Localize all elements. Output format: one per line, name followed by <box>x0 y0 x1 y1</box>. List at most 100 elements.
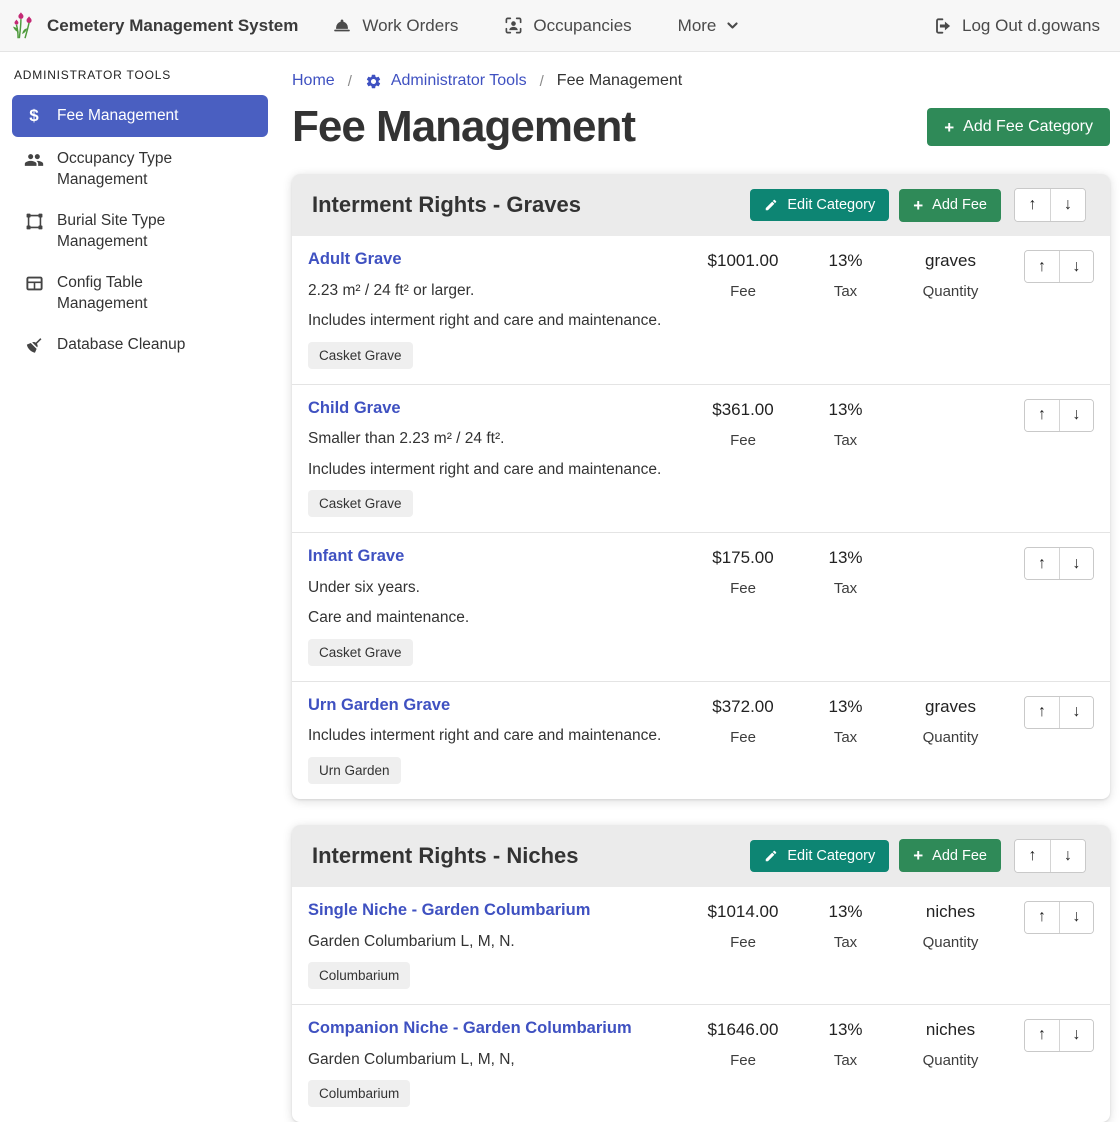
hard-hat-icon <box>332 16 352 36</box>
arrow-up-icon: ↑ <box>1038 259 1046 275</box>
tax-column: 13% Tax <box>798 901 893 951</box>
fee-type-badge: Casket Grave <box>308 342 413 369</box>
move-fee-down-button[interactable]: ↓ <box>1059 251 1093 282</box>
app-brand[interactable]: Cemetery Management System <box>12 10 298 42</box>
sidebar-item-label: Database Cleanup <box>57 335 185 355</box>
move-fee-up-button[interactable]: ↑ <box>1025 548 1059 579</box>
fee-amount-value: $361.00 <box>688 400 798 420</box>
edit-category-button[interactable]: Edit Category <box>750 840 889 872</box>
fee-name-link[interactable]: Single Niche - Garden Columbarium <box>308 901 590 921</box>
breadcrumb-home-link[interactable]: Home <box>292 72 335 90</box>
sidebar-item-label: Burial Site Type Management <box>57 211 217 252</box>
add-fee-category-button[interactable]: + Add Fee Category <box>927 108 1110 146</box>
plus-icon: + <box>913 847 923 864</box>
arrow-down-icon: ↓ <box>1073 556 1081 572</box>
fee-reorder-controls: ↑ ↓ <box>1024 696 1094 729</box>
move-fee-up-button[interactable]: ↑ <box>1025 1020 1059 1051</box>
tax-value: 13% <box>798 1020 893 1040</box>
sidebar-item-burial-site-type-management[interactable]: Burial Site Type Management <box>12 202 268 261</box>
sidebar-item-config-table-management[interactable]: Config Table Management <box>12 264 268 323</box>
category-header: Interment Rights - Graves Edit Category … <box>292 174 1110 236</box>
fee-amount-value: $1001.00 <box>688 251 798 271</box>
fee-amount-label: Fee <box>688 1052 798 1069</box>
dollar-icon: $ <box>24 107 44 124</box>
sidebar-heading: ADMINISTRATOR TOOLS <box>14 68 266 82</box>
move-fee-up-button[interactable]: ↑ <box>1025 251 1059 282</box>
nav-item-occupancies[interactable]: Occupancies <box>504 16 631 36</box>
fee-name-link[interactable]: Companion Niche - Garden Columbarium <box>308 1019 632 1039</box>
fee-amount-column: $372.00 Fee <box>688 696 798 746</box>
fee-row-infant-grave: Infant Grave Under six years.Care and ma… <box>292 533 1110 682</box>
gear-icon <box>365 73 382 90</box>
fee-reorder-controls: ↑ ↓ <box>1024 547 1094 580</box>
move-fee-down-button[interactable]: ↓ <box>1059 1020 1093 1051</box>
move-category-down-button[interactable]: ↓ <box>1050 189 1085 221</box>
arrow-down-icon: ↓ <box>1073 909 1081 925</box>
logout-button[interactable]: Log Out d.gowans <box>932 16 1100 36</box>
tax-column: 13% Tax <box>798 696 893 746</box>
nav-item-work-orders[interactable]: Work Orders <box>332 16 458 36</box>
fee-name-link[interactable]: Urn Garden Grave <box>308 696 450 716</box>
quantity-value: graves <box>893 697 1008 717</box>
quantity-label: Quantity <box>893 934 1008 951</box>
fee-amount-label: Fee <box>688 934 798 951</box>
fee-amount-label: Fee <box>688 729 798 746</box>
fee-type-badge: Urn Garden <box>308 757 401 784</box>
sidebar-item-occupancy-type-management[interactable]: Occupancy Type Management <box>12 140 268 199</box>
quantity-value: niches <box>893 1020 1008 1040</box>
nav-item-label: More <box>678 16 717 36</box>
app-title: Cemetery Management System <box>47 16 298 36</box>
tax-column: 13% Tax <box>798 250 893 300</box>
arrow-down-icon: ↓ <box>1073 407 1081 423</box>
fee-description: Includes interment right and care and ma… <box>308 726 688 745</box>
move-fee-down-button[interactable]: ↓ <box>1059 697 1093 728</box>
edit-category-button[interactable]: Edit Category <box>750 189 889 221</box>
move-fee-down-button[interactable]: ↓ <box>1059 400 1093 431</box>
fee-amount-column: $361.00 Fee <box>688 399 798 449</box>
tax-column: 13% Tax <box>798 399 893 449</box>
category-title: Interment Rights - Niches <box>312 843 740 869</box>
fee-name-link[interactable]: Infant Grave <box>308 547 404 567</box>
add-fee-button[interactable]: + Add Fee <box>899 839 1001 872</box>
move-category-up-button[interactable]: ↑ <box>1015 189 1050 221</box>
sidebar-item-database-cleanup[interactable]: Database Cleanup <box>12 326 268 364</box>
sidebar-item-fee-management[interactable]: $ Fee Management <box>12 95 268 137</box>
move-fee-down-button[interactable]: ↓ <box>1059 548 1093 579</box>
fee-reorder-controls: ↑ ↓ <box>1024 399 1094 432</box>
sidebar-item-label: Occupancy Type Management <box>57 149 217 190</box>
move-fee-up-button[interactable]: ↑ <box>1025 697 1059 728</box>
move-category-up-button[interactable]: ↑ <box>1015 840 1050 872</box>
move-fee-up-button[interactable]: ↑ <box>1025 400 1059 431</box>
fee-amount-value: $372.00 <box>688 697 798 717</box>
tax-column: 13% Tax <box>798 1019 893 1069</box>
tax-value: 13% <box>798 548 893 568</box>
fee-name-link[interactable]: Child Grave <box>308 399 401 419</box>
add-fee-button[interactable]: + Add Fee <box>899 189 1001 222</box>
breadcrumb-admin-tools-link[interactable]: Administrator Tools <box>365 72 527 90</box>
fee-name-link[interactable]: Adult Grave <box>308 250 402 270</box>
quantity-label: Quantity <box>893 283 1008 300</box>
nav-item-more[interactable]: More <box>678 16 740 36</box>
move-category-down-button[interactable]: ↓ <box>1050 840 1085 872</box>
category-reorder-controls: ↑ ↓ <box>1014 839 1086 873</box>
fee-list: Adult Grave 2.23 m² / 24 ft² or larger.I… <box>292 236 1110 799</box>
fee-amount-value: $1014.00 <box>688 902 798 922</box>
category-title: Interment Rights - Graves <box>312 192 740 218</box>
quantity-column <box>893 547 1008 559</box>
fee-type-badge: Columbarium <box>308 1080 410 1107</box>
move-fee-up-button[interactable]: ↑ <box>1025 902 1059 933</box>
fee-amount-column: $1001.00 Fee <box>688 250 798 300</box>
fee-reorder-controls: ↑ ↓ <box>1024 250 1094 283</box>
main-content: Home / Administrator Tools / Fee Managem… <box>280 52 1120 1122</box>
arrow-down-icon: ↓ <box>1064 848 1072 864</box>
arrow-down-icon: ↓ <box>1073 259 1081 275</box>
tax-value: 13% <box>798 697 893 717</box>
tax-label: Tax <box>798 283 893 300</box>
logout-label: Log Out d.gowans <box>962 16 1100 36</box>
pencil-icon <box>764 849 778 863</box>
sidebar: ADMINISTRATOR TOOLS $ Fee Management Occ… <box>0 52 280 368</box>
fee-list: Single Niche - Garden Columbarium Garden… <box>292 887 1110 1122</box>
arrow-up-icon: ↑ <box>1029 848 1037 864</box>
move-fee-down-button[interactable]: ↓ <box>1059 902 1093 933</box>
nav-item-label: Occupancies <box>533 16 631 36</box>
